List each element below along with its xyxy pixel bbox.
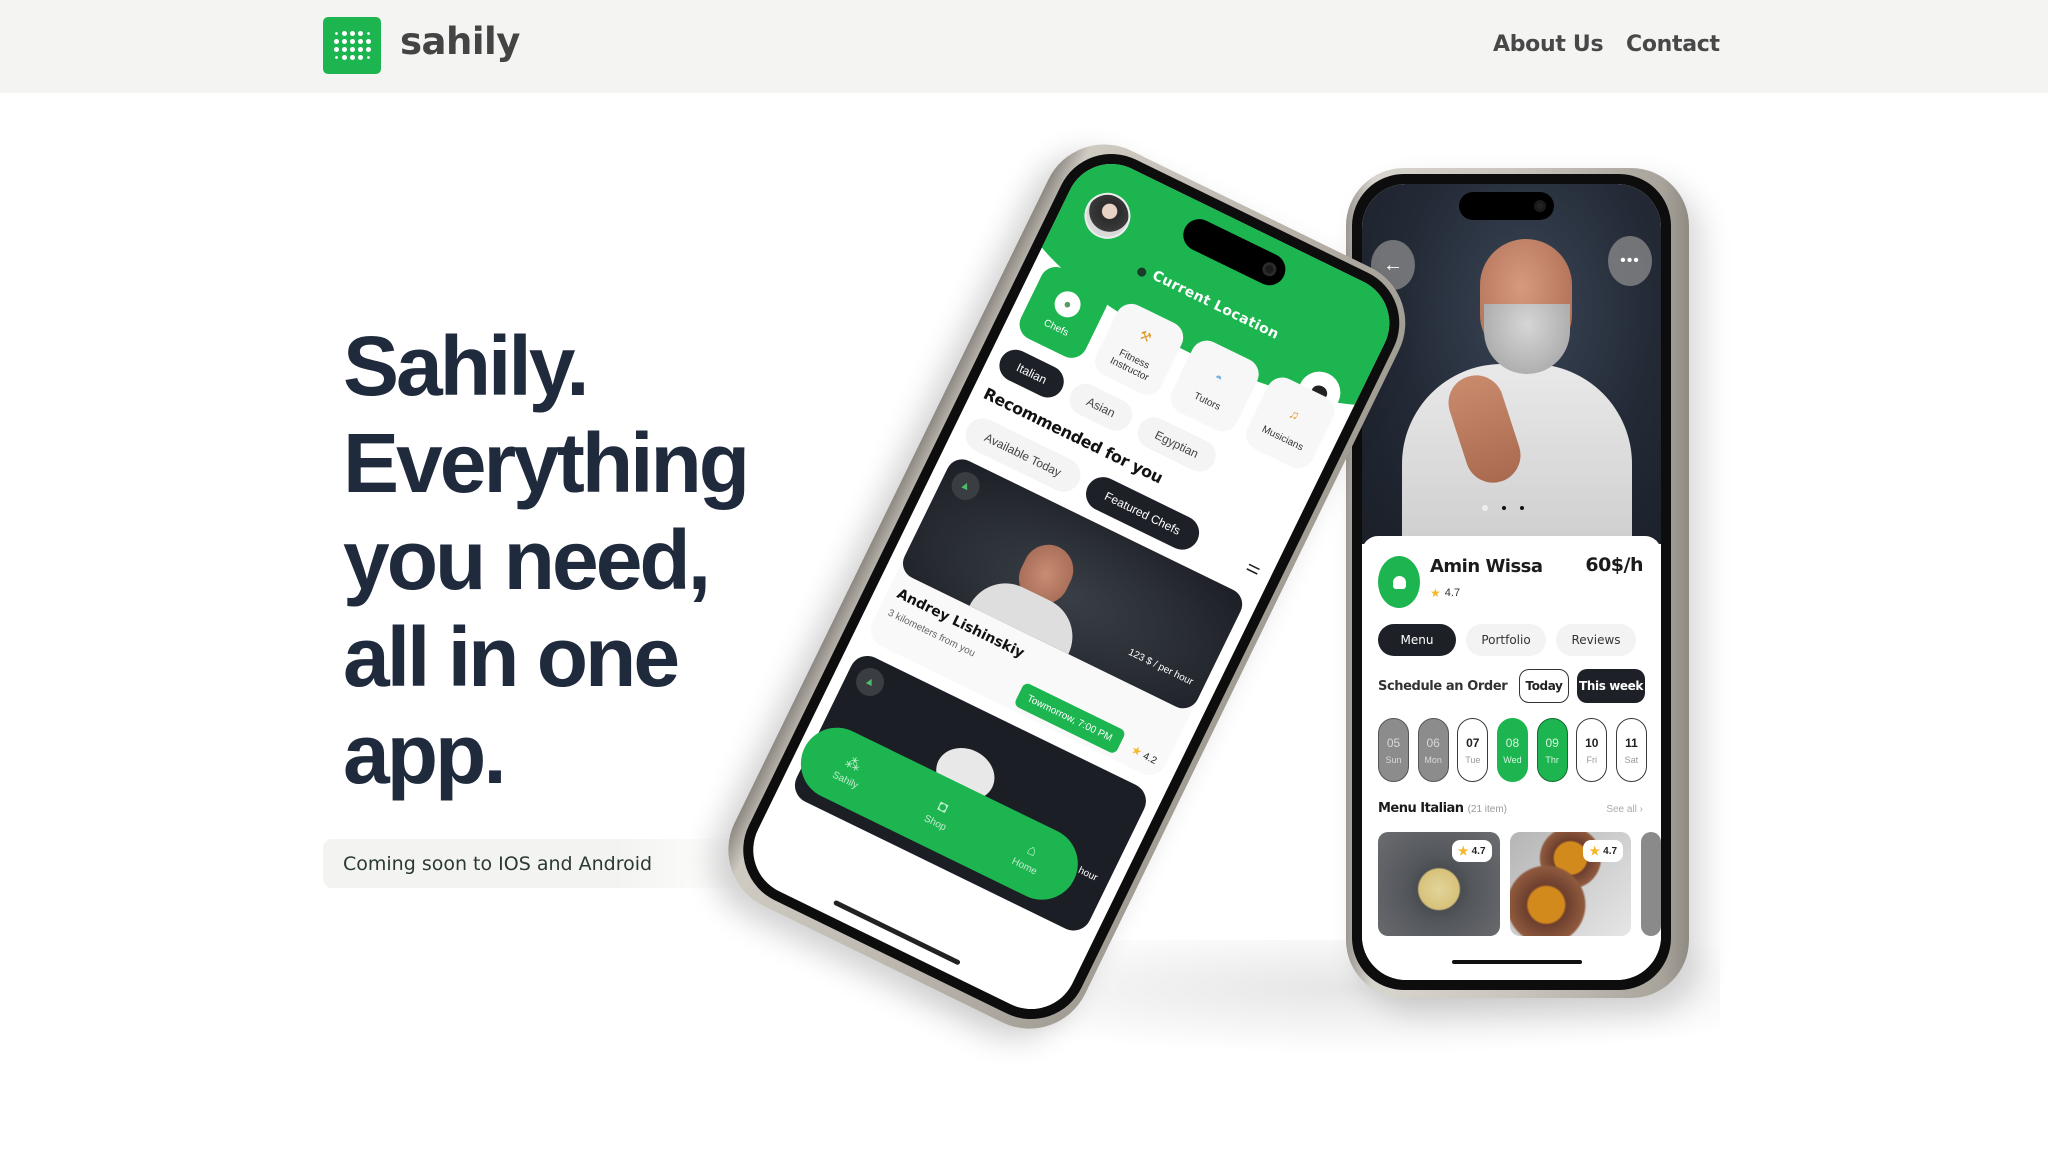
day-option[interactable]: 10 Fri bbox=[1576, 718, 1608, 782]
nav-about-us[interactable]: About Us bbox=[1493, 32, 1604, 57]
home-icon: ⌂ bbox=[1024, 840, 1040, 861]
see-all-link[interactable]: See all › bbox=[1606, 804, 1643, 815]
headline-line: you need, bbox=[343, 513, 711, 607]
nav-shop[interactable]: ◘ Shop bbox=[922, 794, 957, 833]
tab-portfolio[interactable]: Portfolio bbox=[1466, 624, 1546, 656]
logo-dots bbox=[333, 31, 371, 60]
home-indicator bbox=[1452, 960, 1582, 964]
schedule-row: Schedule an Order Today This week bbox=[1378, 669, 1645, 703]
coming-soon-badge: Coming soon to IOS and Android bbox=[323, 839, 743, 888]
day-option[interactable]: 11 Sat bbox=[1615, 718, 1647, 782]
day-option[interactable]: 08 Wed bbox=[1496, 718, 1528, 782]
site-header: sahily About Us Contact bbox=[0, 0, 2048, 93]
graduation-cap-icon: ▲ bbox=[946, 467, 985, 505]
menu-items: ★ 4.7 ★ 4.7 bbox=[1378, 832, 1661, 936]
graduation-cap-icon: ◓ bbox=[1211, 369, 1226, 387]
chef-profile-card: Amin Wissa 60$/h ★ 4.7 Menu Portfolio Re… bbox=[1362, 536, 1661, 980]
today-button[interactable]: Today bbox=[1519, 669, 1569, 703]
sahily-logo-icon: ⁂ bbox=[842, 752, 864, 775]
chef-hat-icon bbox=[1378, 556, 1420, 608]
carousel-dot[interactable] bbox=[1482, 505, 1488, 511]
menu-title: Menu Italian bbox=[1378, 801, 1464, 816]
brand-name[interactable]: sahily bbox=[400, 20, 520, 63]
camera-icon bbox=[1260, 259, 1279, 279]
chef-photo bbox=[1362, 184, 1661, 584]
carousel-dot[interactable] bbox=[1502, 506, 1506, 510]
day-picker: 05 Sun 06 Mon 07 Tue 08 Wed 09 Thr 10 Fri 11 Sa… bbox=[1378, 718, 1647, 782]
food-rating: ★ 4.7 bbox=[1583, 840, 1624, 862]
carousel-dots bbox=[1482, 505, 1524, 511]
star-icon: ★ bbox=[1430, 586, 1441, 600]
camera-icon bbox=[1534, 200, 1546, 212]
nav-contact[interactable]: Contact bbox=[1626, 32, 1720, 57]
dynamic-island bbox=[1459, 192, 1554, 220]
headline-line: all in one bbox=[343, 610, 680, 704]
day-option[interactable]: 09 Thr bbox=[1536, 718, 1568, 782]
menu-item-pasta[interactable]: ★ 4.7 bbox=[1378, 832, 1500, 936]
day-option[interactable]: 07 Tue bbox=[1457, 718, 1489, 782]
food-rating: ★ 4.7 bbox=[1451, 840, 1492, 862]
hero-headline: Sahily. Everything you need, all in one … bbox=[343, 318, 843, 803]
more-options-icon[interactable]: ••• bbox=[1608, 236, 1652, 286]
menu-header: Menu Italian (21 item) See all › bbox=[1378, 801, 1643, 816]
headline-line: Sahily. bbox=[343, 319, 590, 413]
dumbbell-icon: ⚒ bbox=[1137, 326, 1155, 346]
carousel-dot[interactable] bbox=[1520, 506, 1524, 510]
day-option[interactable]: 06 Mon bbox=[1417, 718, 1449, 782]
chef-price: 60$/h bbox=[1585, 554, 1643, 576]
profile-tabs: Menu Portfolio Reviews bbox=[1378, 624, 1645, 656]
menu-item-partial[interactable] bbox=[1641, 832, 1661, 936]
graduation-cap-icon: ▲ bbox=[851, 663, 889, 701]
this-week-button[interactable]: This week bbox=[1577, 669, 1645, 703]
music-note-icon: ♫ bbox=[1286, 405, 1302, 424]
tab-menu[interactable]: Menu bbox=[1378, 624, 1456, 656]
schedule-label: Schedule an Order bbox=[1378, 678, 1508, 694]
chef-hat-icon: ● bbox=[1050, 286, 1086, 322]
nav-sahily[interactable]: ⁂ Sahily bbox=[831, 749, 870, 791]
sahily-logo-icon[interactable] bbox=[323, 17, 381, 74]
chef-rating: ★ 4.2 bbox=[1128, 742, 1159, 767]
star-icon: ★ bbox=[1457, 844, 1469, 858]
day-option[interactable]: 05 Sun bbox=[1378, 718, 1409, 782]
shopping-bag-icon: ◘ bbox=[935, 797, 951, 817]
chef-name: Amin Wissa bbox=[1430, 556, 1543, 577]
star-icon: ★ bbox=[1589, 844, 1601, 858]
menu-count: (21 item) bbox=[1467, 804, 1508, 815]
chef-rating: ★ 4.7 bbox=[1430, 586, 1460, 600]
filter-sliders-icon[interactable]: ⚌ bbox=[1243, 556, 1265, 580]
tab-reviews[interactable]: Reviews bbox=[1556, 624, 1636, 656]
chef-rate: 123 $ / per hour bbox=[1126, 646, 1195, 688]
rating-value: 4.7 bbox=[1444, 587, 1461, 599]
menu-item-soup[interactable]: ★ 4.7 bbox=[1509, 832, 1632, 936]
nav-home[interactable]: ⌂ Home bbox=[1010, 837, 1048, 878]
headline-line: Everything bbox=[343, 416, 750, 510]
